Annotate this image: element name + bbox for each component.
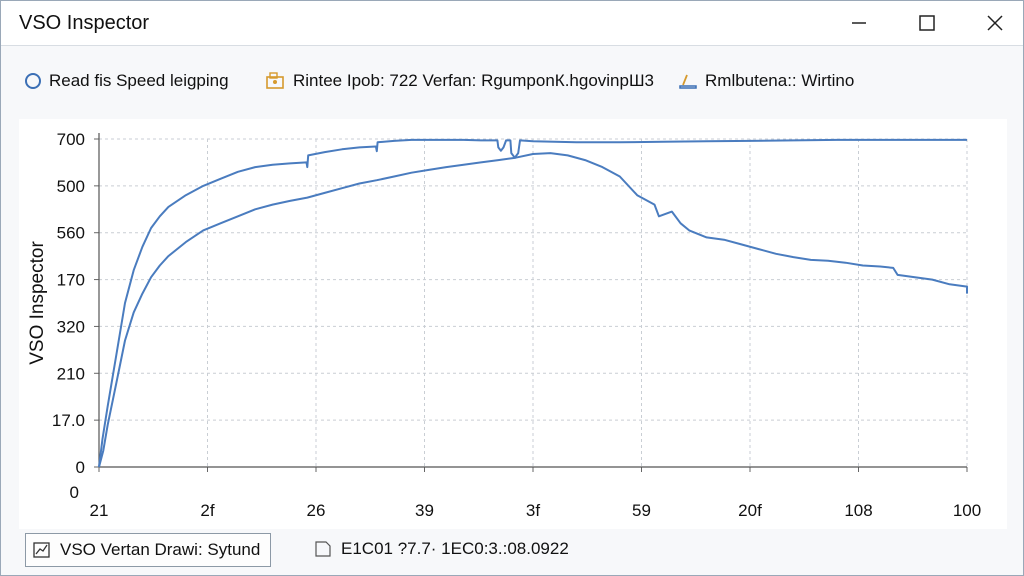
y-tick-label: 210	[57, 364, 85, 383]
close-button[interactable]	[967, 1, 1023, 45]
chart-panel: 0 17.0 210 320 170 560 500 700 0 21 2f 26 39 3f 59 20f 1…	[19, 119, 1007, 529]
toolbar-item-label: Read fis Speed leigping	[49, 71, 229, 90]
maximize-button[interactable]	[899, 1, 955, 45]
y-axis-label: VSO Inspector	[27, 241, 48, 365]
x-tick-label: 59	[632, 501, 651, 520]
document-icon	[315, 541, 331, 557]
y-tick-label: 0	[76, 458, 85, 477]
y-extra-label: 0	[70, 483, 79, 502]
minimize-button[interactable]	[831, 1, 887, 45]
status-item-draw-version[interactable]: VSO Vertan Drawi: Sytund	[25, 533, 272, 567]
title-bar: VSO Inspector	[1, 1, 1023, 46]
y-tick-label: 500	[57, 177, 85, 196]
minimize-icon	[852, 22, 866, 24]
toolbar: Read fis Speed leigping Rintee Ipob: 722…	[1, 59, 1023, 107]
x-tick-label: 100	[953, 501, 981, 520]
x-tick-label: 2f	[200, 501, 214, 520]
toolbar-item-read-speed[interactable]: Read fis Speed leigping	[23, 71, 229, 91]
y-tick-label: 170	[57, 271, 85, 290]
toolbar-item-label: Rintee Ipob: 722 Verfan: RgumponК.hgovin…	[293, 71, 655, 90]
app-window: VSO Inspector Read fis Speed leigping Ri…	[0, 0, 1024, 576]
status-item-label: E1C01 ?7.7· 1EC0:3.:08.0922	[341, 539, 569, 558]
folder-lock-icon	[266, 72, 284, 89]
status-item-timestamp: E1C01 ?7.7· 1EC0:3.:08.0922	[313, 533, 569, 565]
toolbar-item-status[interactable]: Rmlbutena:: Wirtino	[677, 71, 854, 91]
maximize-icon	[919, 15, 935, 31]
window-title: VSO Inspector	[19, 12, 150, 34]
close-icon	[987, 15, 1003, 31]
chart-icon	[33, 542, 50, 558]
y-tick-label: 320	[57, 317, 85, 336]
x-tick-label: 108	[844, 501, 872, 520]
x-tick-label: 39	[415, 501, 434, 520]
y-tick-label: 17.0	[52, 411, 85, 430]
x-tick-label: 20f	[738, 501, 762, 520]
y-tick-label: 700	[57, 130, 85, 149]
x-tick-label: 21	[90, 501, 109, 520]
toolbar-item-info[interactable]: Rintee Ipob: 722 Verfan: RgumponК.hgovin…	[265, 71, 654, 91]
y-tick-label: 560	[57, 224, 85, 243]
circle-icon	[25, 73, 41, 89]
status-item-label: VSO Vertan Drawi: Sytund	[60, 540, 261, 559]
x-tick-label: 26	[307, 501, 326, 520]
line-chart: 0 17.0 210 320 170 560 500 700 0 21 2f 26 39 3f 59 20f 1…	[27, 130, 981, 520]
toolbar-item-label: Rmlbutena:: Wirtino	[705, 71, 855, 90]
tray-icon	[679, 74, 697, 89]
x-tick-label: 3f	[526, 501, 540, 520]
